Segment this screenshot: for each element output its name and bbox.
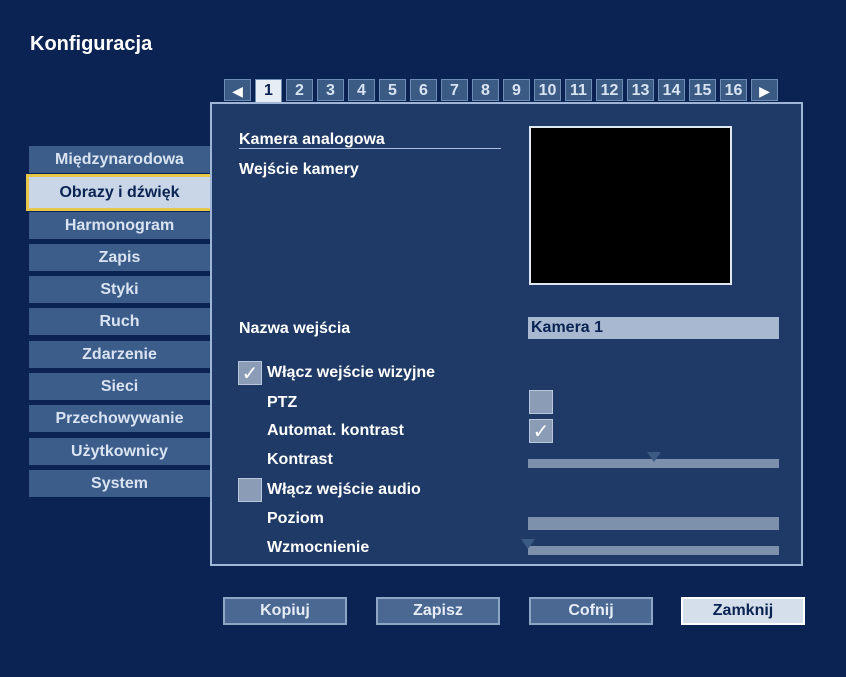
camera-preview xyxy=(529,126,732,285)
enable-video-label: Włącz wejście wizyjne xyxy=(267,364,436,381)
undo-button[interactable]: Cofnij xyxy=(529,597,653,625)
level-label: Poziom xyxy=(267,510,324,527)
tab-13[interactable]: 13 xyxy=(627,79,654,101)
auto-contrast-checkbox[interactable]: ✓ xyxy=(529,419,553,443)
copy-button[interactable]: Kopiuj xyxy=(223,597,347,625)
tab-2[interactable]: 2 xyxy=(286,79,313,101)
enable-video-checkbox[interactable]: ✓ xyxy=(238,361,262,385)
gain-slider-thumb[interactable] xyxy=(521,539,535,549)
tab-11[interactable]: 11 xyxy=(565,79,592,101)
tab-next-arrow-icon[interactable]: ▶ xyxy=(751,79,778,101)
sidebar-item-styki[interactable]: Styki xyxy=(29,276,210,303)
close-button[interactable]: Zamknij xyxy=(681,597,805,625)
sidebar-item-harmonogram[interactable]: Harmonogram xyxy=(29,212,210,239)
tab-1[interactable]: 1 xyxy=(255,79,282,104)
sidebar-item-sieci[interactable]: Sieci xyxy=(29,373,210,400)
tab-14[interactable]: 14 xyxy=(658,79,685,101)
gain-label: Wzmocnienie xyxy=(267,539,370,556)
tab-9[interactable]: 9 xyxy=(503,79,530,101)
ptz-checkbox[interactable] xyxy=(529,390,553,414)
tab-prev-arrow-icon[interactable]: ◀ xyxy=(224,79,251,101)
tab-7[interactable]: 7 xyxy=(441,79,468,101)
sidebar-item-system[interactable]: System xyxy=(29,470,210,497)
camera-input-label: Wejście kamery xyxy=(239,161,359,178)
tab-5[interactable]: 5 xyxy=(379,79,406,101)
sidebar-item-zapis[interactable]: Zapis xyxy=(29,244,210,271)
audio-level-meter xyxy=(528,517,779,530)
sidebar-item-ruch[interactable]: Ruch xyxy=(29,308,210,335)
contrast-label: Kontrast xyxy=(267,451,333,468)
sidebar-item-obrazy-i-dzwiek[interactable]: Obrazy i dźwięk xyxy=(26,174,213,211)
enable-audio-label: Włącz wejście audio xyxy=(267,481,421,498)
contrast-slider[interactable] xyxy=(528,452,779,468)
tab-8[interactable]: 8 xyxy=(472,79,499,101)
tab-16[interactable]: 16 xyxy=(720,79,747,101)
contrast-slider-thumb[interactable] xyxy=(646,452,661,462)
window-title: Konfiguracja xyxy=(30,33,153,55)
input-name-field[interactable]: Kamera 1 xyxy=(528,317,779,339)
sidebar-item-zdarzenie[interactable]: Zdarzenie xyxy=(29,341,210,368)
tab-15[interactable]: 15 xyxy=(689,79,716,101)
sidebar-item-miedzynarodowa[interactable]: Międzynarodowa xyxy=(29,146,210,173)
panel-heading: Kamera analogowa xyxy=(239,131,385,148)
enable-audio-checkbox[interactable] xyxy=(238,478,262,502)
gain-slider[interactable] xyxy=(521,539,779,555)
heading-divider xyxy=(239,148,501,149)
auto-contrast-label: Automat. kontrast xyxy=(267,422,404,439)
tab-10[interactable]: 10 xyxy=(534,79,561,101)
sidebar-item-uzytkownicy[interactable]: Użytkownicy xyxy=(29,438,210,465)
ptz-label: PTZ xyxy=(267,394,298,411)
tab-3[interactable]: 3 xyxy=(317,79,344,101)
tab-4[interactable]: 4 xyxy=(348,79,375,101)
settings-panel: Kamera analogowa Wejście kamery Nazwa we… xyxy=(210,102,803,566)
sidebar-item-przechowywanie[interactable]: Przechowywanie xyxy=(29,405,210,432)
tab-12[interactable]: 12 xyxy=(596,79,623,101)
tab-6[interactable]: 6 xyxy=(410,79,437,101)
input-name-label: Nazwa wejścia xyxy=(239,320,351,337)
save-button[interactable]: Zapisz xyxy=(376,597,500,625)
